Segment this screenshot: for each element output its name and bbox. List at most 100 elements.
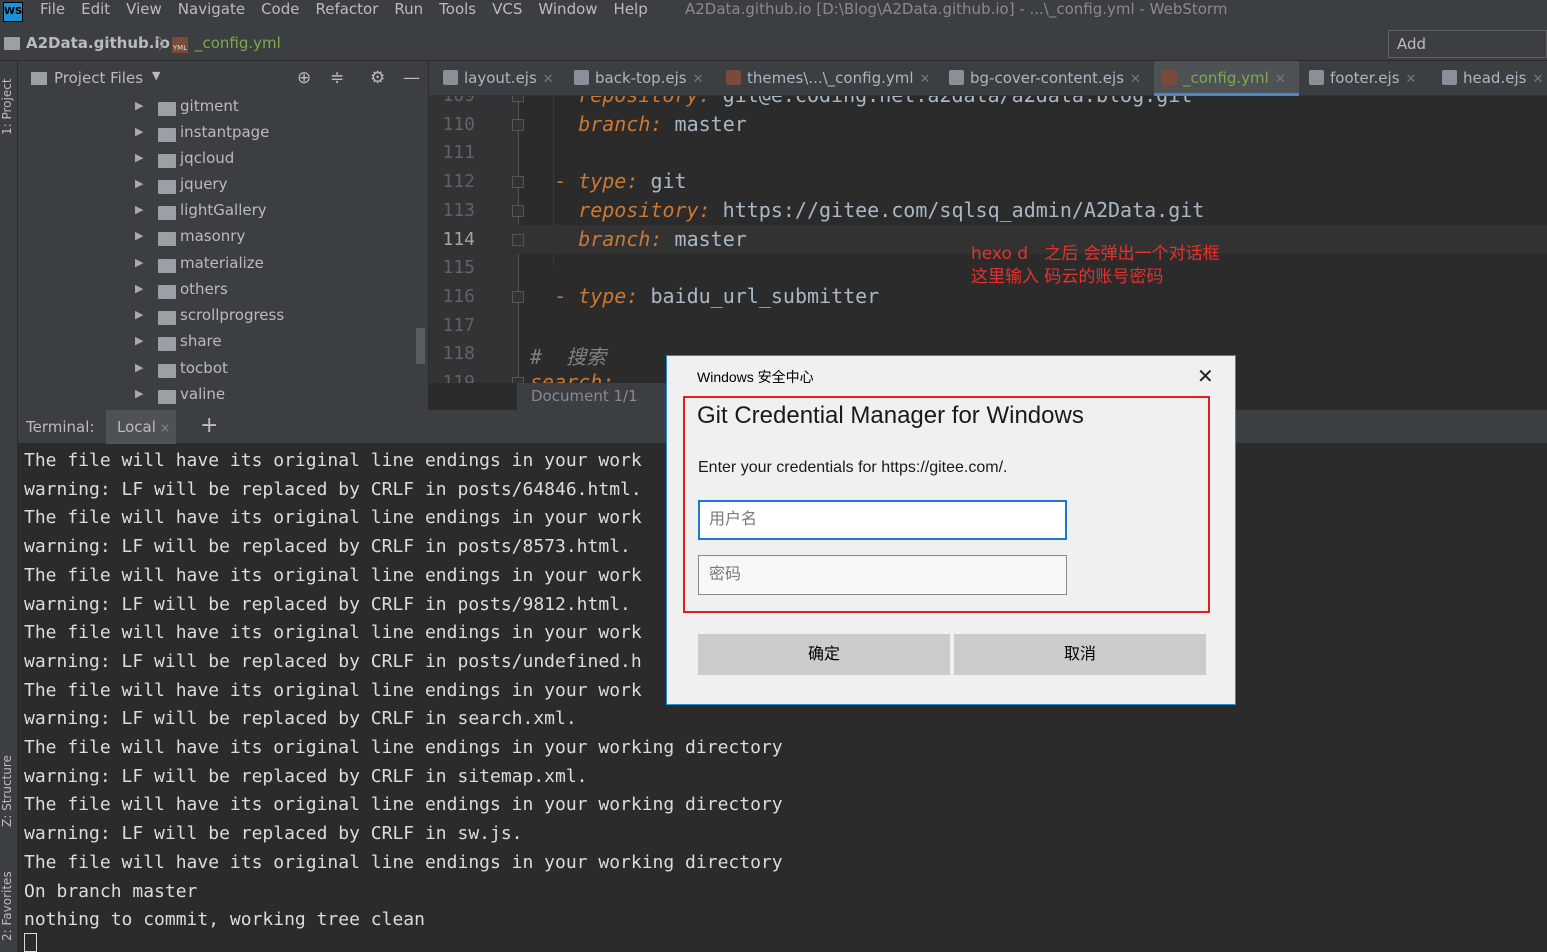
line-number: 109 (435, 96, 475, 106)
tree-item-tocbot[interactable]: ▶ tocbot (18, 358, 428, 384)
webstorm-logo-icon: WS (3, 2, 23, 22)
tab-footer-ejs[interactable]: footer.ejs ✕ (1309, 61, 1416, 96)
menu-edit[interactable]: Edit (81, 0, 110, 28)
cancel-button[interactable]: 取消 (954, 634, 1206, 675)
fold-marker-icon[interactable] (512, 204, 524, 217)
project-scrollbar-thumb[interactable] (416, 328, 425, 364)
close-icon[interactable]: ✕ (1130, 72, 1141, 87)
ok-button[interactable]: 确定 (698, 634, 950, 675)
collapse-all-icon[interactable]: ≑ (330, 68, 344, 88)
line-number: 114 (442, 228, 475, 250)
gear-icon[interactable]: ⚙ (370, 68, 385, 88)
chevron-down-icon[interactable]: ▼ (152, 69, 160, 82)
tab-layout-ejs[interactable]: layout.ejs ✕ (443, 61, 554, 96)
terminal-line: warning: LF will be replaced by CRLF in … (24, 650, 642, 672)
expand-arrow-icon[interactable]: ▶ (135, 203, 143, 216)
menu-view[interactable]: View (126, 0, 162, 28)
tree-item-scrollprogress[interactable]: ▶ scrollprogress (18, 305, 428, 331)
expand-arrow-icon[interactable]: ▶ (135, 151, 143, 164)
tree-item-materialize[interactable]: ▶ materialize (18, 253, 428, 279)
fold-marker-icon[interactable] (512, 118, 524, 131)
fold-marker-icon[interactable] (512, 176, 524, 189)
expand-arrow-icon[interactable]: ▶ (135, 282, 143, 295)
structure-tool-tab[interactable]: Z: Structure (0, 746, 18, 836)
tree-item-instantpage[interactable]: ▶ instantpage (18, 122, 428, 148)
expand-arrow-icon[interactable]: ▶ (135, 387, 143, 400)
expand-arrow-icon[interactable]: ▶ (135, 99, 143, 112)
folder-icon (158, 128, 176, 142)
document-status: Document 1/1 (517, 383, 667, 410)
expand-arrow-icon[interactable]: ▶ (135, 308, 143, 321)
close-icon[interactable]: ✕ (1532, 72, 1543, 87)
expand-arrow-icon[interactable]: ▶ (135, 177, 143, 190)
menu-run[interactable]: Run (394, 0, 423, 28)
folder-icon (158, 285, 176, 299)
close-icon[interactable]: ✕ (1197, 364, 1214, 389)
fold-marker-icon[interactable] (512, 96, 524, 102)
menu-help[interactable]: Help (614, 0, 648, 28)
tab-terminal-local[interactable]: Local × (106, 410, 176, 444)
menu-items: File Edit View Navigate Code Refactor Ru… (40, 0, 664, 28)
code-text: search: (530, 370, 615, 383)
hide-panel-icon[interactable]: — (403, 68, 420, 88)
tree-item-valine[interactable]: ▶ valine (18, 384, 428, 410)
tab-bg-cover-content-ejs[interactable]: bg-cover-content.ejs ✕ (949, 61, 1141, 96)
username-input[interactable]: 用户名 (698, 500, 1067, 540)
menu-vcs[interactable]: VCS (492, 0, 522, 28)
terminal-line: The file will have its original line end… (24, 794, 783, 816)
terminal-line: The file will have its original line end… (24, 564, 642, 586)
project-tree: ▶ gitment ▶ instantpage ▶ jqcloud ▶ jquery ▶… (18, 96, 428, 410)
code-editor[interactable]: 109 repository: git@e.coding.net:a2data/a… (429, 96, 1547, 383)
left-tool-strip: 1: Project Z: Structure 2: Favorites (0, 61, 18, 952)
breadcrumb-file[interactable]: _config.yml (195, 34, 281, 52)
line-number: 113 (442, 199, 475, 221)
menu-code[interactable]: Code (261, 0, 299, 28)
tree-item-gitment[interactable]: ▶ gitment (18, 96, 428, 122)
tree-item-share[interactable]: ▶ share (18, 331, 428, 357)
close-icon[interactable]: ✕ (693, 72, 704, 87)
locate-target-icon[interactable]: ⊕ (297, 68, 311, 88)
folder-icon (158, 206, 176, 220)
line-number: 111 (442, 142, 475, 164)
expand-arrow-icon[interactable]: ▶ (135, 125, 143, 138)
dialog-heading: Git Credential Manager for Windows (697, 402, 1084, 429)
annotation-note: hexo d 之后 会弹出一个对话框 这里输入 码云的账号密码 (971, 244, 1220, 287)
expand-arrow-icon[interactable]: ▶ (135, 361, 143, 374)
add-terminal-icon[interactable]: + (200, 413, 218, 438)
expand-arrow-icon[interactable]: ▶ (135, 256, 143, 269)
tab-themes-config-yml[interactable]: themes\...\_config.yml ✕ (726, 61, 930, 96)
close-icon[interactable]: ✕ (1275, 72, 1286, 87)
breadcrumb-project[interactable]: A2Data.github.io (26, 34, 170, 52)
close-icon[interactable]: ✕ (543, 72, 554, 87)
project-view-selector[interactable]: Project Files (54, 69, 143, 87)
menu-tools[interactable]: Tools (439, 0, 476, 28)
project-tool-tab[interactable]: 1: Project (0, 67, 18, 147)
tree-item-jquery[interactable]: ▶ jquery (18, 174, 428, 200)
terminal-line: warning: LF will be replaced by CRLF in … (24, 478, 642, 500)
fold-marker-icon[interactable] (512, 290, 524, 303)
tree-item-jqcloud[interactable]: ▶ jqcloud (18, 148, 428, 174)
close-icon[interactable]: ✕ (1406, 72, 1417, 87)
ejs-file-icon (574, 70, 589, 85)
expand-arrow-icon[interactable]: ▶ (135, 229, 143, 242)
menu-window[interactable]: Window (538, 0, 597, 28)
favorites-tool-tab[interactable]: 2: Favorites (0, 866, 18, 946)
tree-item-others[interactable]: ▶ others (18, 279, 428, 305)
ejs-file-icon (443, 70, 458, 85)
fold-marker-icon[interactable] (512, 233, 524, 246)
menu-navigate[interactable]: Navigate (178, 0, 245, 28)
folder-icon (158, 337, 176, 351)
tab-config-yml[interactable]: _config.yml ✕ (1154, 61, 1299, 96)
expand-arrow-icon[interactable]: ▶ (135, 334, 143, 347)
password-input[interactable]: 密码 (698, 555, 1067, 595)
menu-file[interactable]: File (40, 0, 65, 28)
add-configuration-button[interactable]: Add Configuration... (1388, 30, 1547, 79)
tree-item-lightgallery[interactable]: ▶ lightGallery (18, 200, 428, 226)
tab-back-top-ejs[interactable]: back-top.ejs ✕ (574, 61, 704, 96)
tree-item-masonry[interactable]: ▶ masonry (18, 226, 428, 252)
close-icon[interactable]: ✕ (920, 72, 931, 87)
close-icon[interactable]: × (160, 421, 170, 435)
tab-head-ejs[interactable]: head.ejs ✕ (1442, 61, 1543, 96)
menu-refactor[interactable]: Refactor (315, 0, 378, 28)
code-line: 113 repository: https://gitee.com/sqlsq_a… (429, 196, 1547, 225)
